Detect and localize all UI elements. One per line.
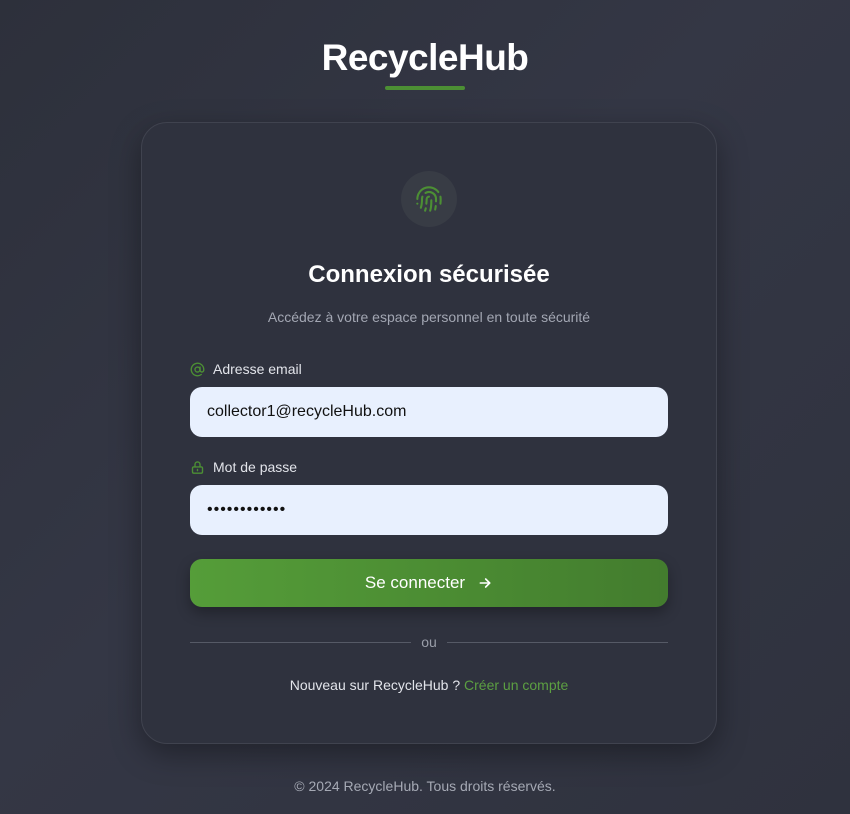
card-title: Connexion sécurisée xyxy=(308,261,550,288)
divider-line-right xyxy=(446,641,669,643)
login-button-label: Se connecter xyxy=(364,573,466,592)
password-field[interactable] xyxy=(190,485,668,535)
lock-icon xyxy=(190,460,205,475)
email-field[interactable] xyxy=(190,387,668,437)
login-button[interactable]: Se connecter xyxy=(190,559,668,607)
signup-prompt-text: Nouveau sur RecycleHub ? xyxy=(289,677,461,693)
brand-header: RecycleHub xyxy=(0,36,850,90)
email-label: Adresse email xyxy=(190,361,302,377)
divider-line-left xyxy=(190,641,412,643)
login-card: Connexion sécurisée Accédez à votre espa… xyxy=(141,122,717,744)
fingerprint-icon xyxy=(416,186,442,212)
email-label-text: Adresse email xyxy=(213,361,302,377)
brand-underline xyxy=(385,86,465,90)
create-account-link[interactable]: Créer un compte xyxy=(464,677,568,693)
divider-text: ou xyxy=(421,634,437,650)
signup-prompt: Nouveau sur RecycleHub ? Créer un compte xyxy=(142,677,716,693)
or-divider: ou xyxy=(190,633,669,651)
arrow-right-icon xyxy=(479,578,491,588)
password-label: Mot de passe xyxy=(190,459,297,475)
fingerprint-badge xyxy=(401,171,457,227)
card-subtitle: Accédez à votre espace personnel en tout… xyxy=(267,309,591,325)
footer-copyright: © 2024 RecycleHub. Tous droits réservés. xyxy=(294,778,556,794)
password-label-text: Mot de passe xyxy=(213,459,298,475)
brand-title: RecycleHub xyxy=(321,37,529,78)
at-icon xyxy=(190,362,205,377)
